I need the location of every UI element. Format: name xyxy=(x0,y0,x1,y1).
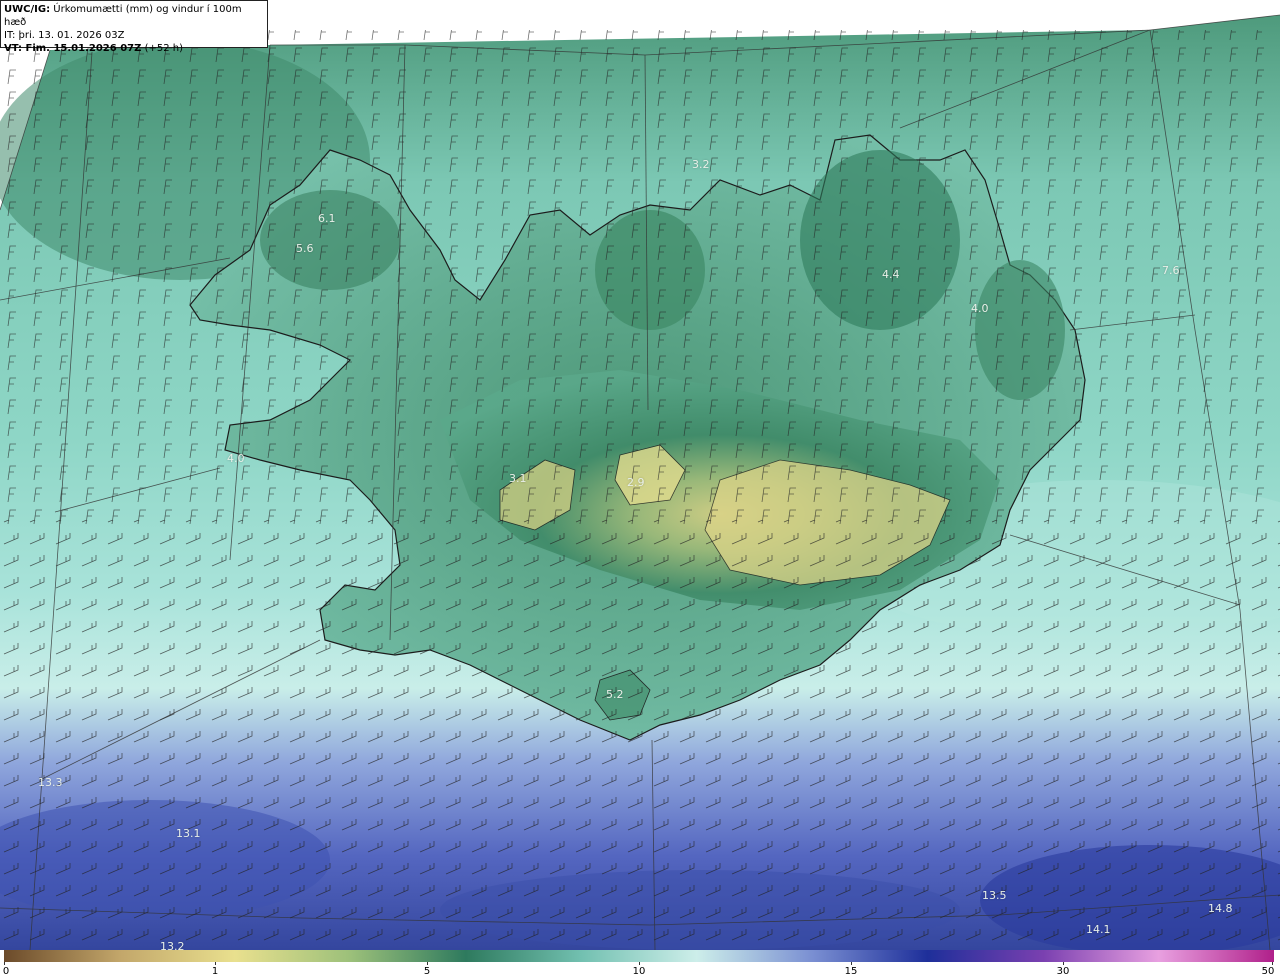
value-label: 13.2 xyxy=(160,940,185,950)
value-label: 14.8 xyxy=(1208,902,1233,915)
forecast-map: UWC/IG: Úrkomumætti (mm) og vindur í 100… xyxy=(0,0,1280,950)
legend-tick: 5 xyxy=(423,966,431,977)
map-title-box: UWC/IG: Úrkomumætti (mm) og vindur í 100… xyxy=(0,0,268,54)
value-label: 3.1 xyxy=(509,472,527,485)
value-label: 6.1 xyxy=(318,212,336,225)
value-label: 13.3 xyxy=(38,776,63,789)
legend-tick: 15 xyxy=(844,966,858,977)
value-label: 5.2 xyxy=(606,688,624,701)
value-label: 2.9 xyxy=(627,476,645,489)
map-canvas xyxy=(0,0,1280,950)
value-label: 13.5 xyxy=(982,889,1007,902)
color-scale-legend: 0 1 5 10 15 30 50 xyxy=(0,950,1280,978)
legend-tick: 1 xyxy=(211,966,219,977)
lead-time: (+52 h) xyxy=(144,43,183,54)
value-label: 4.4 xyxy=(882,268,900,281)
value-label: 5.6 xyxy=(296,242,314,255)
model-name: UWC/IG: xyxy=(4,4,51,15)
legend-tick: 50 xyxy=(1261,966,1275,977)
value-label: 14.1 xyxy=(1086,923,1111,936)
value-label: 7.6 xyxy=(1162,264,1180,277)
value-label: 4.0 xyxy=(227,452,245,465)
legend-tick: 10 xyxy=(632,966,646,977)
value-label: 3.2 xyxy=(692,158,710,171)
issue-time: IT: þri. 13. 01. 2026 03Z xyxy=(4,30,125,41)
value-label: 4.0 xyxy=(971,302,989,315)
legend-tick: 30 xyxy=(1056,966,1070,977)
value-label: 13.1 xyxy=(176,827,201,840)
color-scale-bar xyxy=(4,950,1274,962)
valid-time: VT: Fim. 15.01.2026 07Z xyxy=(4,43,142,54)
legend-tick: 0 xyxy=(2,966,10,977)
